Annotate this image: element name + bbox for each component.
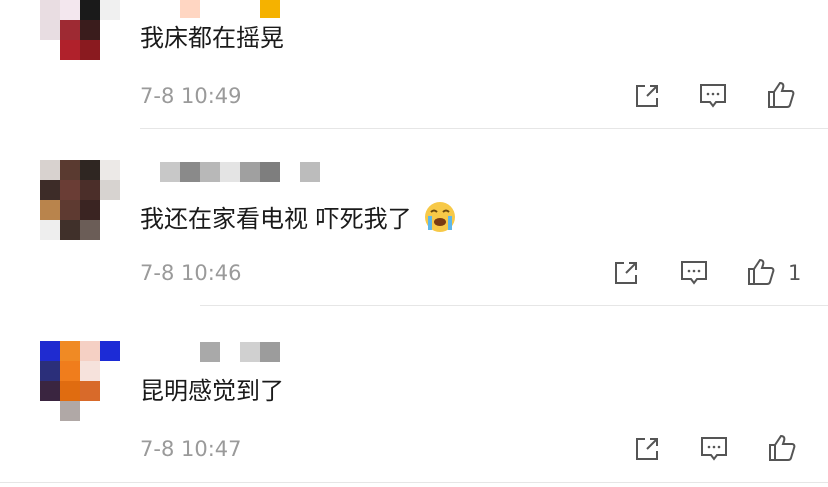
reply-button[interactable] xyxy=(679,258,709,288)
share-button[interactable] xyxy=(611,258,641,288)
username[interactable] xyxy=(180,0,280,18)
username[interactable] xyxy=(200,342,280,362)
comment-timestamp: 7-8 10:49 xyxy=(140,84,242,108)
thumbs-up-icon xyxy=(769,434,796,461)
scared-crying-emoji xyxy=(423,200,457,240)
share-button[interactable] xyxy=(632,434,662,464)
comment-text-content: 我还在家看电视 吓死我了 xyxy=(140,205,412,233)
avatar[interactable] xyxy=(40,160,120,240)
comment-timestamp: 7-8 10:46 xyxy=(140,261,242,285)
username[interactable] xyxy=(160,162,320,182)
comment-icon xyxy=(701,437,727,461)
comment-timestamp: 7-8 10:47 xyxy=(140,437,242,461)
reply-button[interactable] xyxy=(699,434,729,464)
share-icon xyxy=(615,262,637,284)
avatar[interactable] xyxy=(40,341,120,421)
comment-item-1: 我床都在摇晃 7-8 10:49 xyxy=(0,0,828,130)
share-button[interactable] xyxy=(632,81,662,111)
comment-text: 我床都在摇晃 xyxy=(140,24,284,52)
comment-icon xyxy=(700,84,726,108)
thumbs-up-icon xyxy=(768,81,795,108)
share-icon xyxy=(636,85,658,107)
like-button[interactable] xyxy=(746,257,776,287)
share-icon xyxy=(636,438,658,460)
like-count: 1 xyxy=(788,261,802,285)
divider xyxy=(0,482,828,483)
divider xyxy=(200,305,828,306)
comment-icon xyxy=(681,261,707,285)
like-button[interactable] xyxy=(766,80,796,110)
thumbs-up-icon xyxy=(748,258,775,285)
avatar[interactable] xyxy=(40,0,120,80)
divider xyxy=(140,128,828,129)
comment-text: 昆明感觉到了 xyxy=(140,377,284,405)
comment-text: 我还在家看电视 吓死我了 xyxy=(140,200,457,240)
like-button[interactable] xyxy=(767,433,797,463)
reply-button[interactable] xyxy=(698,81,728,111)
